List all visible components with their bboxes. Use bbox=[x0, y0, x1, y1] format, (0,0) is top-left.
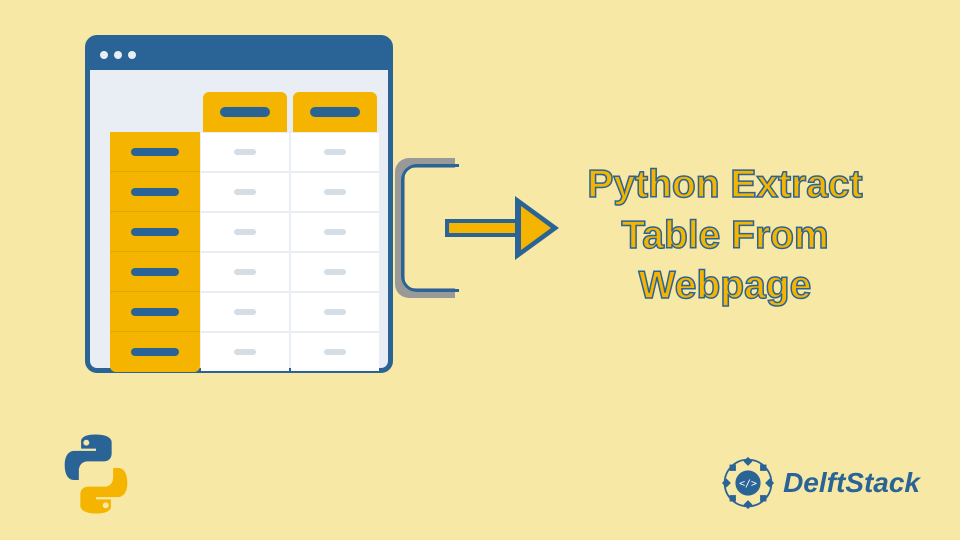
window-dot-icon bbox=[128, 51, 136, 59]
browser-titlebar bbox=[90, 40, 388, 70]
table-cell bbox=[291, 213, 379, 251]
brand-logo: </> DelftStack bbox=[721, 456, 920, 510]
table-cell bbox=[291, 133, 379, 171]
table-cell bbox=[291, 253, 379, 291]
table-cell bbox=[201, 253, 289, 291]
table-cell bbox=[291, 173, 379, 211]
table-row-header bbox=[110, 132, 200, 172]
title-line-1: Python Extract bbox=[560, 160, 890, 211]
table-row-header bbox=[110, 212, 200, 252]
table-header bbox=[203, 92, 287, 132]
table-cell bbox=[201, 333, 289, 371]
svg-text:</>: </> bbox=[739, 479, 757, 490]
window-dot-icon bbox=[100, 51, 108, 59]
table-cell bbox=[291, 293, 379, 331]
table-row-header bbox=[110, 172, 200, 212]
python-logo-icon bbox=[55, 433, 137, 515]
table-row-header bbox=[110, 332, 200, 372]
table-corner bbox=[110, 92, 200, 132]
window-dot-icon bbox=[114, 51, 122, 59]
table-cell bbox=[201, 133, 289, 171]
table-cell bbox=[201, 293, 289, 331]
title-line-2: Table From bbox=[560, 211, 890, 262]
brand-text: DelftStack bbox=[783, 467, 920, 499]
data-table bbox=[110, 92, 380, 372]
delftstack-icon: </> bbox=[721, 456, 775, 510]
table-header bbox=[293, 92, 377, 132]
table-row-header bbox=[110, 252, 200, 292]
title-line-3: Webpage bbox=[560, 261, 890, 312]
table-cell bbox=[291, 333, 379, 371]
table-cell bbox=[201, 173, 289, 211]
table-row-header bbox=[110, 292, 200, 332]
browser-window bbox=[85, 35, 393, 373]
page-title: Python Extract Table From Webpage bbox=[560, 160, 890, 312]
table-cell bbox=[201, 213, 289, 251]
